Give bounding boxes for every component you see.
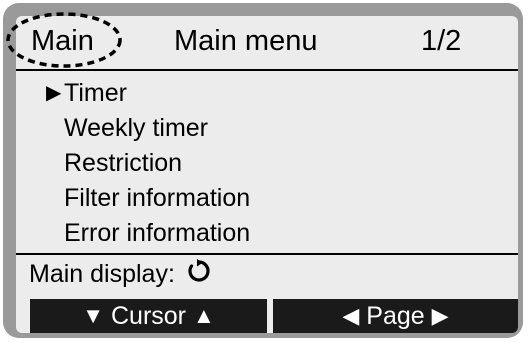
page-title: Main menu [174,25,318,57]
lcd-screen: Main Main menu 1/2 ▶ Timer Weekly timer … [16,16,518,333]
menu-item-label: Weekly timer [64,114,209,142]
menu-list: ▶ Timer Weekly timer Restriction Filter … [16,76,518,251]
up-triangle-icon: ▲ [192,303,215,328]
status-divider [16,253,518,255]
down-triangle-icon: ▼ [82,303,105,328]
page-label: Page [366,302,425,330]
menu-item-restriction[interactable]: Restriction [16,146,518,181]
left-triangle-icon: ◀ [342,303,360,328]
menu-item-label: Restriction [64,149,183,177]
main-display-status: Main display: [29,257,212,293]
device-frame: Main Main menu 1/2 ▶ Timer Weekly timer … [3,3,523,338]
main-label: Main [31,25,94,57]
header-divider [16,69,518,71]
menu-item-weekly-timer[interactable]: Weekly timer [16,111,518,146]
cursor-softkey[interactable]: ▼ Cursor ▲ [30,299,267,333]
right-triangle-icon: ▶ [431,303,449,328]
return-arrow-icon [186,258,212,293]
menu-item-label: Timer [64,79,127,107]
menu-item-error-information[interactable]: Error information [16,216,518,251]
cursor-label: Cursor [110,302,186,330]
softkey-bar: ▼ Cursor ▲ ◀ Page ▶ [30,299,518,333]
right-triangle-icon: ▶ [46,82,62,104]
header: Main Main menu 1/2 [16,16,518,66]
menu-item-label: Error information [64,219,251,247]
menu-item-timer[interactable]: ▶ Timer [16,76,518,111]
page-softkey[interactable]: ◀ Page ▶ [273,299,518,333]
menu-item-label: Filter information [64,184,251,212]
page-indicator: 1/2 [421,25,462,57]
menu-item-filter-information[interactable]: Filter information [16,181,518,216]
main-display-label: Main display: [29,260,175,288]
